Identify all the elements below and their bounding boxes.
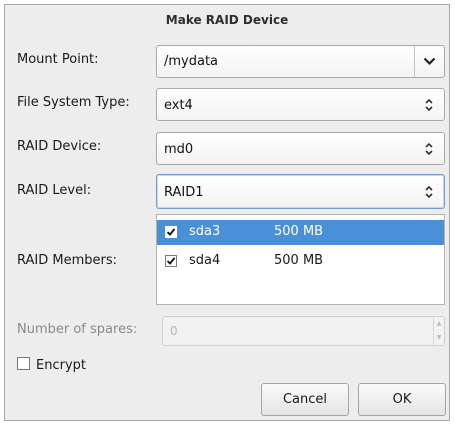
- member-size: 500 MB: [274, 253, 324, 268]
- encrypt-checkbox-row[interactable]: Encrypt: [17, 357, 86, 373]
- mount-point-input[interactable]: [157, 46, 414, 77]
- member-device: sda3: [189, 224, 221, 239]
- spares-spinbutton[interactable]: 0 ▲ ▼: [162, 316, 445, 346]
- raid-members-label: RAID Members:: [17, 253, 118, 268]
- raid-level-label: RAID Level:: [17, 183, 92, 198]
- fs-type-label: File System Type:: [17, 95, 130, 110]
- check-icon: [166, 228, 176, 236]
- raid-device-arrows: [414, 133, 444, 164]
- mount-point-dropdown-button[interactable]: [414, 46, 444, 77]
- spin-up-icon[interactable]: ▲: [434, 317, 444, 331]
- fs-type-arrows: [414, 89, 444, 120]
- member-size: 500 MB: [274, 224, 324, 239]
- mount-point-label: Mount Point:: [17, 52, 99, 67]
- member-checkbox[interactable]: [165, 255, 177, 267]
- spin-down-icon[interactable]: ▼: [434, 331, 444, 345]
- member-checkbox[interactable]: [165, 226, 177, 238]
- member-device: sda4: [189, 253, 221, 268]
- ok-button[interactable]: OK: [358, 383, 446, 416]
- check-icon: [166, 257, 176, 265]
- dialog-title: Make RAID Device: [165, 13, 289, 27]
- encrypt-checkbox[interactable]: [17, 357, 30, 370]
- cancel-button[interactable]: Cancel: [261, 383, 349, 416]
- spares-label: Number of spares:: [17, 322, 138, 337]
- fs-type-combo[interactable]: ext4: [156, 88, 445, 121]
- raid-device-combo[interactable]: md0: [156, 132, 445, 165]
- raid-level-arrows: [414, 175, 444, 208]
- updown-arrows-icon: [425, 185, 433, 198]
- member-row-sda4[interactable]: sda4 500 MB: [157, 249, 444, 274]
- raid-device-label: RAID Device:: [17, 139, 102, 154]
- fs-type-value: ext4: [164, 98, 193, 113]
- member-row-sda3[interactable]: sda3 500 MB: [157, 220, 444, 245]
- updown-arrows-icon: [425, 98, 433, 111]
- raid-level-value: RAID1: [164, 185, 204, 200]
- raid-members-list[interactable]: sda3 500 MB sda4 500 MB: [156, 214, 445, 305]
- spares-value: 0: [170, 324, 178, 338]
- mount-point-combo-entry[interactable]: [156, 45, 445, 78]
- encrypt-label: Encrypt: [36, 358, 86, 373]
- raid-level-combo[interactable]: RAID1: [156, 174, 445, 209]
- raid-device-value: md0: [164, 142, 194, 157]
- chevron-down-icon: [423, 57, 436, 66]
- updown-arrows-icon: [425, 142, 433, 155]
- make-raid-dialog: Make RAID Device Mount Point: File Syste…: [4, 4, 450, 421]
- spares-stepper[interactable]: ▲ ▼: [433, 317, 444, 345]
